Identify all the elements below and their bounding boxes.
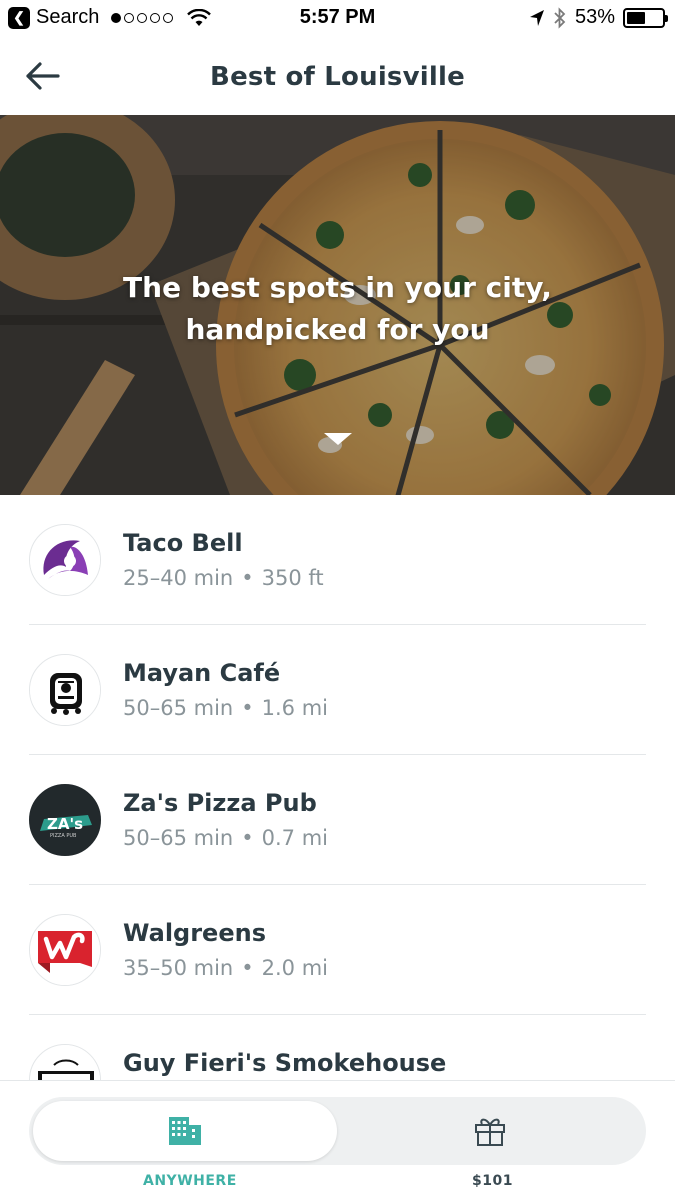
page-title: Best of Louisville <box>210 61 465 92</box>
store-row-mayan-cafe[interactable]: Mayan Café 50–65 min • 1.6 mi <box>0 625 675 755</box>
meta-separator: • <box>241 566 254 590</box>
store-meta: 35–50 min • 2.0 mi <box>123 956 328 980</box>
store-distance: 0.7 mi <box>261 826 328 850</box>
location-arrow-icon <box>529 9 544 26</box>
store-distance: 350 ft <box>261 566 324 590</box>
back-button[interactable] <box>22 58 62 94</box>
store-distance: 1.6 mi <box>261 696 328 720</box>
zas-logo-text: ZA's <box>47 815 83 833</box>
bottom-tab-bar: ANYWHERE $101 <box>0 1080 675 1200</box>
store-row-zas-pizza-pub[interactable]: ZA's PIZZA PUB Za's Pizza Pub 50–65 min •… <box>0 755 675 885</box>
delivery-time: 50–65 min <box>123 696 234 720</box>
scroll-down-chevron-icon[interactable] <box>324 433 352 445</box>
hero-line-2: handpicked for you <box>185 313 490 346</box>
delivery-time: 25–40 min <box>123 566 234 590</box>
meta-separator: • <box>241 956 254 980</box>
status-bar: ❮ Search 5:57 PM 53% <box>0 0 675 38</box>
store-row-walgreens[interactable]: Walgreens 35–50 min • 2.0 mi <box>0 885 675 1015</box>
store-meta: 50–65 min • 1.6 mi <box>123 696 328 720</box>
bluetooth-icon <box>554 6 566 29</box>
zas-logo-subtext: PIZZA PUB <box>50 833 77 839</box>
store-list: Taco Bell 25–40 min • 350 ft Mayan Café 50… <box>0 495 675 1145</box>
meta-separator: • <box>241 696 254 720</box>
zas-pizza-pub-logo-icon: ZA's PIZZA PUB <box>29 784 101 856</box>
navigation-bar: Best of Louisville <box>0 38 675 115</box>
delivery-time: 50–65 min <box>123 826 234 850</box>
tab-credits-label[interactable]: $101 <box>472 1173 513 1189</box>
meta-separator: • <box>241 826 254 850</box>
store-meta: 25–40 min • 350 ft <box>123 566 324 590</box>
store-name: Walgreens <box>123 919 266 947</box>
gift-icon <box>475 1118 505 1146</box>
building-icon <box>169 1117 201 1145</box>
delivery-time: 35–50 min <box>123 956 234 980</box>
store-name: Mayan Café <box>123 659 281 687</box>
hero-line-1: The best spots in your city, <box>123 271 552 304</box>
hero-headline: The best spots in your city, handpicked … <box>0 267 675 351</box>
status-right: 53% <box>529 6 668 29</box>
tab-anywhere-label[interactable]: ANYWHERE <box>143 1173 237 1189</box>
hero-banner: The best spots in your city, handpicked … <box>0 115 675 495</box>
store-meta: 50–65 min • 0.7 mi <box>123 826 328 850</box>
back-arrow-icon <box>26 62 60 90</box>
battery-percent: 53% <box>574 6 615 28</box>
taco-bell-logo-icon <box>29 524 101 596</box>
store-name: Za's Pizza Pub <box>123 789 317 817</box>
battery-icon <box>623 7 668 28</box>
store-name: Guy Fieri's Smokehouse <box>123 1049 447 1077</box>
store-name: Taco Bell <box>123 529 243 557</box>
mayan-cafe-logo-icon <box>29 654 101 726</box>
walgreens-logo-icon <box>29 914 101 986</box>
store-row-taco-bell[interactable]: Taco Bell 25–40 min • 350 ft <box>0 495 675 625</box>
store-distance: 2.0 mi <box>261 956 328 980</box>
